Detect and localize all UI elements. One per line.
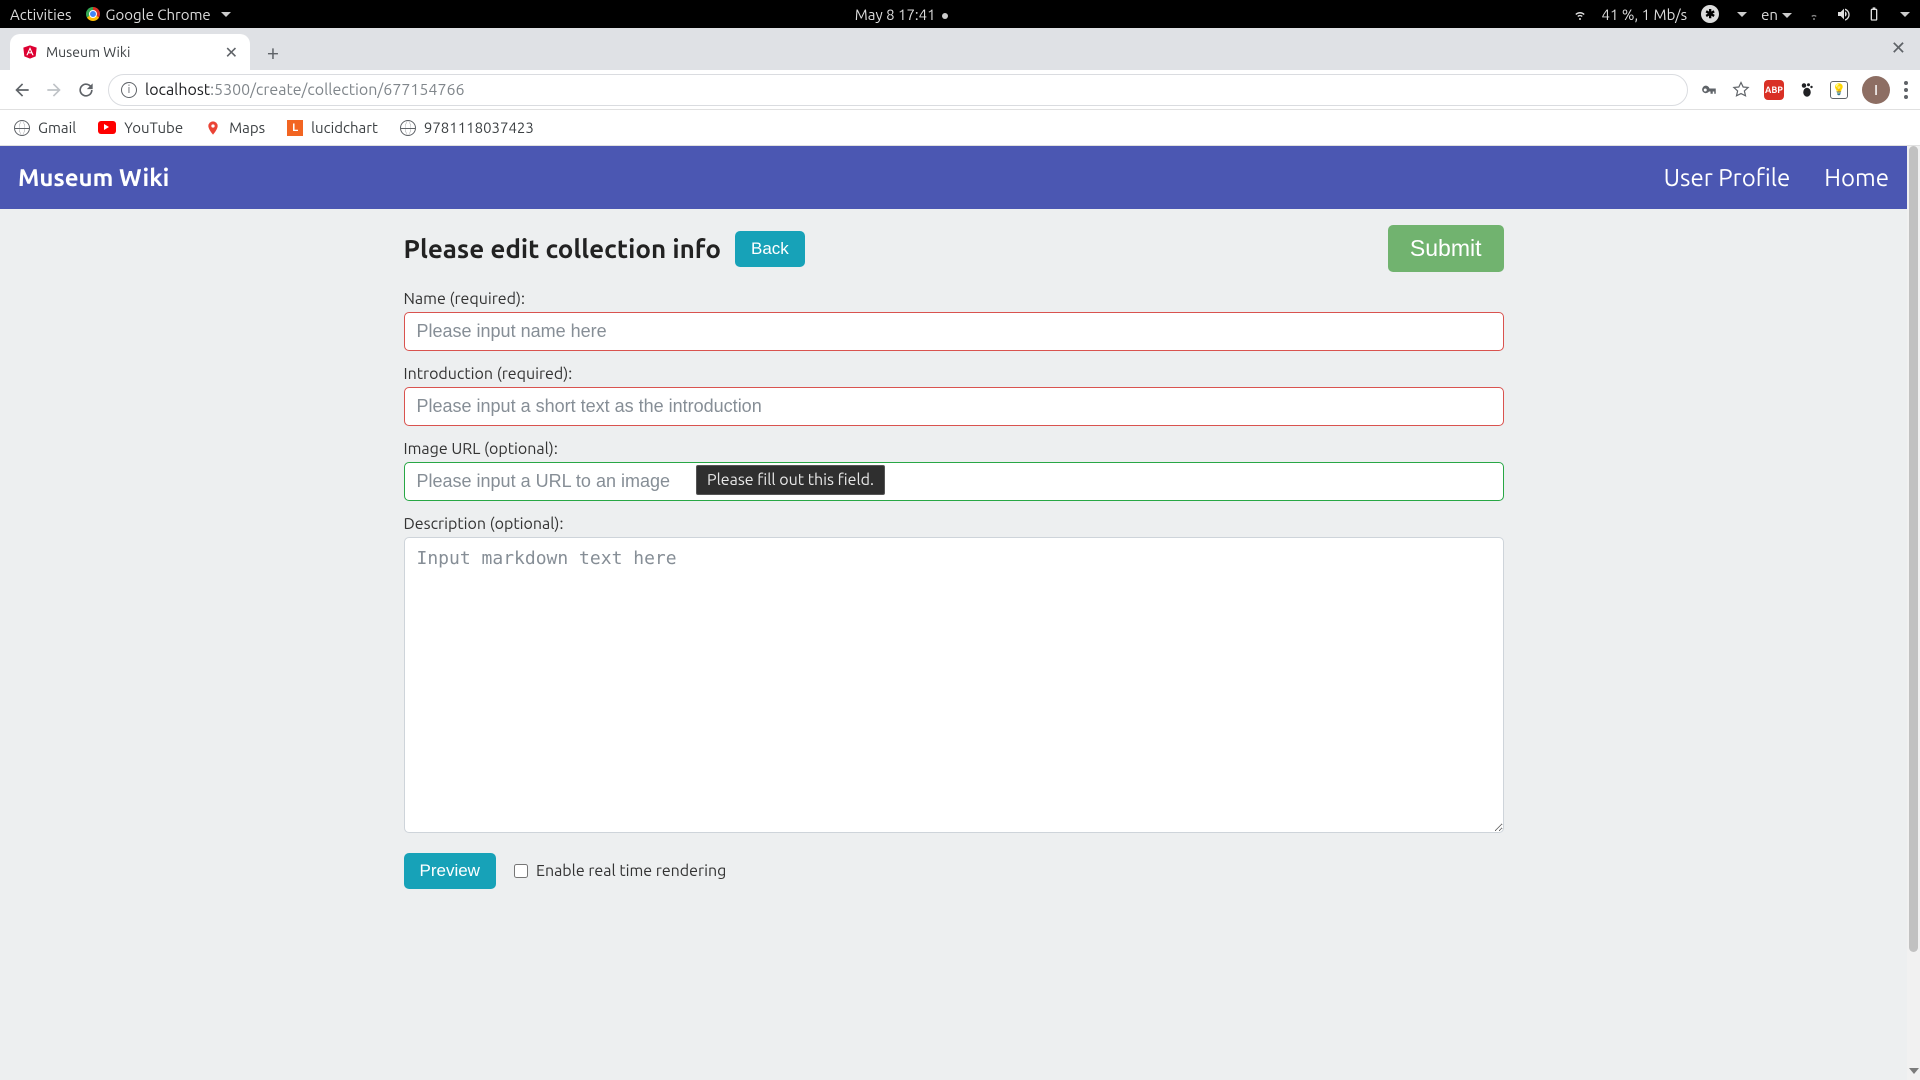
chevron-down-icon	[1737, 12, 1747, 17]
battery-text: 41 %, 1 Mb/s	[1602, 6, 1688, 23]
bookmark-label: YouTube	[124, 119, 183, 136]
scrollbar-down-arrow[interactable]	[1907, 1062, 1920, 1080]
bookmark-bar: Gmail YouTube Maps Llucidchart 978111803…	[0, 110, 1920, 146]
window-close-button[interactable]: ✕	[1891, 38, 1906, 59]
browser-menu-button[interactable]	[1904, 81, 1908, 99]
nav-home[interactable]: Home	[1824, 164, 1889, 191]
brand-title[interactable]: Museum Wiki	[18, 164, 169, 191]
intro-input[interactable]	[404, 387, 1504, 426]
chevron-down-icon	[1782, 13, 1792, 18]
adblock-icon[interactable]: ABP	[1764, 80, 1784, 100]
keyboard-lang[interactable]: en	[1761, 6, 1792, 23]
back-button-page[interactable]: Back	[735, 231, 805, 267]
image-url-label: Image URL (optional):	[404, 440, 1504, 458]
intro-label: Introduction (required):	[404, 365, 1504, 383]
bookmark-label: lucidchart	[311, 119, 378, 136]
name-input[interactable]	[404, 312, 1504, 351]
globe-icon	[400, 120, 416, 136]
chevron-down-icon	[1900, 12, 1910, 17]
new-tab-button[interactable]: +	[258, 37, 288, 67]
notification-dot-icon	[942, 13, 948, 19]
angular-icon	[22, 44, 38, 60]
back-button[interactable]	[12, 80, 32, 100]
bookmark-youtube[interactable]: YouTube	[98, 119, 183, 136]
bookmark-label: Maps	[229, 119, 265, 136]
description-textarea[interactable]	[404, 537, 1504, 833]
battery-icon	[1866, 6, 1882, 22]
extension-icon[interactable]: 💡	[1830, 81, 1848, 99]
gnome-footprint-icon[interactable]	[1798, 81, 1816, 99]
name-label: Name (required):	[404, 290, 1504, 308]
image-url-input[interactable]	[404, 462, 1504, 501]
bookmark-gmail[interactable]: Gmail	[14, 119, 76, 136]
active-app-indicator[interactable]: Google Chrome	[86, 6, 231, 23]
bookmark-lucidchart[interactable]: Llucidchart	[287, 119, 378, 136]
volume-icon[interactable]	[1836, 6, 1852, 22]
site-info-icon[interactable]: i	[121, 82, 137, 98]
wifi-icon	[1572, 6, 1588, 22]
lucidchart-icon: L	[287, 120, 303, 136]
url-text: localhost:5300/create/collection/6771547…	[145, 81, 465, 99]
maps-pin-icon	[205, 120, 221, 136]
clock[interactable]: May 8 17:41	[855, 6, 948, 23]
chevron-down-icon	[221, 12, 231, 17]
realtime-render-checkbox[interactable]	[514, 864, 528, 878]
page-heading: Please edit collection info	[404, 234, 722, 263]
scrollbar-thumb[interactable]	[1909, 146, 1918, 952]
submit-button[interactable]: Submit	[1388, 225, 1504, 272]
bookmark-star-icon[interactable]	[1732, 81, 1750, 99]
bookmark-isbn[interactable]: 9781118037423	[400, 119, 534, 136]
globe-icon	[14, 120, 30, 136]
realtime-render-label: Enable real time rendering	[536, 862, 726, 880]
form-container: Please edit collection info Back Submit …	[404, 209, 1504, 889]
app-navbar: Museum Wiki User Profile Home	[0, 146, 1907, 209]
bookmark-maps[interactable]: Maps	[205, 119, 265, 136]
os-top-bar: Activities Google Chrome May 8 17:41 41 …	[0, 0, 1920, 28]
vertical-scrollbar[interactable]	[1907, 146, 1920, 1062]
tab-title: Museum Wiki	[46, 44, 130, 60]
preview-button[interactable]: Preview	[404, 853, 496, 889]
browser-tabstrip: Museum Wiki ✕ + ✕	[0, 28, 1920, 70]
youtube-icon	[98, 121, 116, 134]
address-bar[interactable]: i localhost:5300/create/collection/67715…	[108, 74, 1688, 106]
page-viewport: Museum Wiki User Profile Home Please edi…	[0, 146, 1907, 1080]
validation-tooltip: Please fill out this field.	[696, 465, 885, 495]
nav-user-profile[interactable]: User Profile	[1664, 164, 1791, 191]
activities-button[interactable]: Activities	[10, 6, 72, 23]
close-tab-button[interactable]: ✕	[225, 43, 238, 62]
bookmark-label: Gmail	[38, 119, 76, 136]
description-label: Description (optional):	[404, 515, 1504, 533]
profile-avatar[interactable]: I	[1862, 76, 1890, 104]
accessibility-icon[interactable]: ✱	[1701, 5, 1719, 23]
forward-button[interactable]	[44, 80, 64, 100]
browser-tab[interactable]: Museum Wiki ✕	[10, 34, 250, 70]
bookmark-label: 9781118037423	[424, 119, 534, 136]
realtime-render-option[interactable]: Enable real time rendering	[514, 862, 726, 880]
chrome-icon	[86, 7, 100, 21]
password-key-icon[interactable]	[1700, 81, 1718, 99]
active-app-name: Google Chrome	[106, 6, 211, 23]
reload-button[interactable]	[76, 80, 96, 100]
wifi-weak-icon	[1806, 6, 1822, 22]
browser-toolbar: i localhost:5300/create/collection/67715…	[0, 70, 1920, 110]
